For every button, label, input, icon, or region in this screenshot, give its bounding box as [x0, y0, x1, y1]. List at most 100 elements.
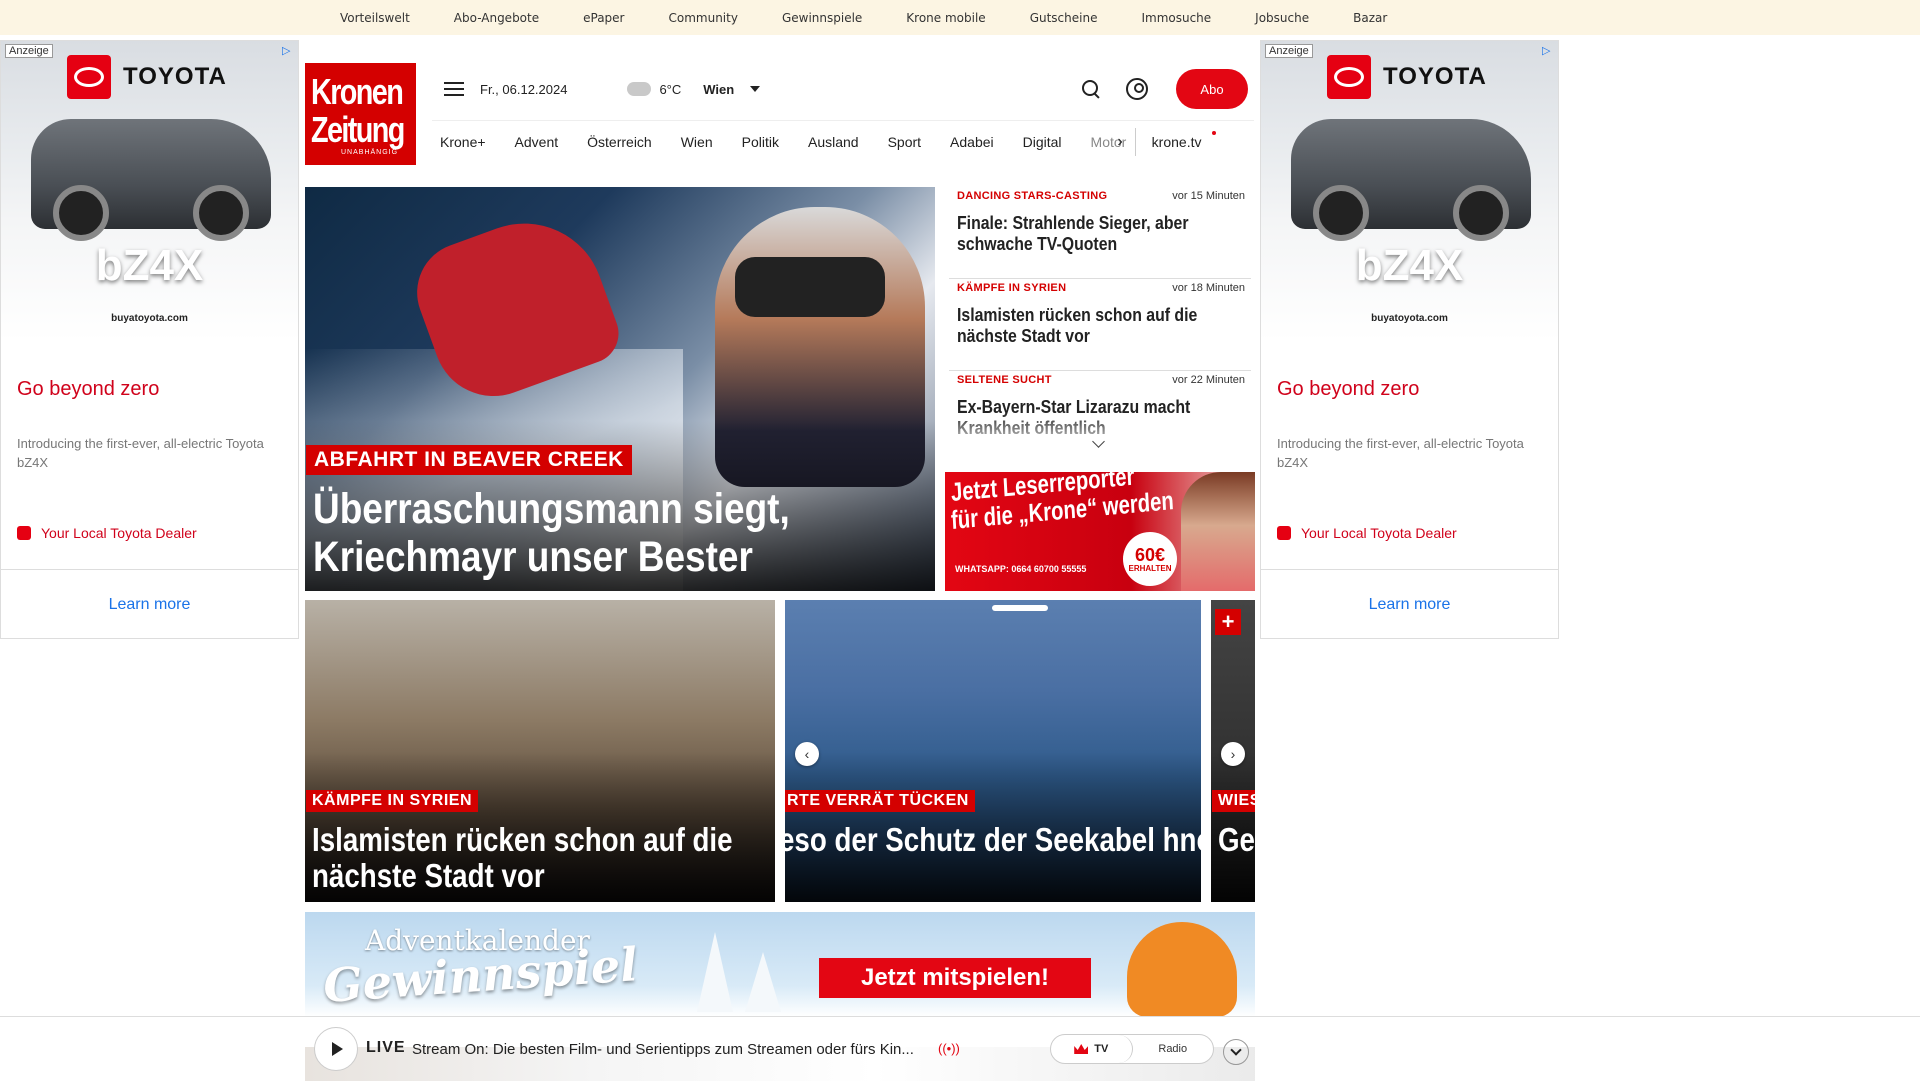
broadcast-icon: ((•)) — [938, 1041, 960, 1056]
ad-left[interactable]: Anzeige ▷ TOYOTA bZ4X buyatoyota.com Go … — [0, 40, 299, 639]
nav-item-digital[interactable]: Digital — [1023, 134, 1062, 150]
topbar-link-gewinnspiele[interactable]: Gewinnspiele — [782, 11, 862, 25]
news-title[interactable]: Islamisten rücken schon auf die nächste … — [957, 305, 1221, 347]
latest-news-list: DANCING STARS-CASTING vor 15 Minuten Fin… — [949, 187, 1251, 452]
topbar-link-vorteilswelt[interactable]: Vorteilswelt — [340, 11, 410, 25]
chevron-down-icon[interactable] — [750, 86, 761, 92]
topbar-link-immosuche[interactable]: Immosuche — [1141, 11, 1211, 25]
topbar-link-abo-angebote[interactable]: Abo-Angebote — [454, 11, 539, 25]
live-player-bar: LIVE Stream On: Die besten Film- und Ser… — [0, 1016, 1920, 1081]
user-icon[interactable] — [1126, 78, 1148, 100]
ad-label: Anzeige — [1265, 44, 1313, 58]
nav-item-krone-plus[interactable]: Krone+ — [440, 134, 486, 150]
nav-item-politik[interactable]: Politik — [742, 134, 779, 150]
ad-image[interactable]: Anzeige ▷ TOYOTA bZ4X buyatoyota.com — [1, 41, 298, 341]
dealer-icon — [17, 526, 31, 540]
kronen-zeitung-logo[interactable]: Kronen Zeitung UNABHÄNGIG — [305, 63, 416, 165]
stream-title[interactable]: Stream On: Die besten Film- und Serienti… — [412, 1041, 914, 1058]
fox-mascot — [1127, 922, 1237, 1017]
topbar-link-epaper[interactable]: ePaper — [583, 11, 624, 25]
news-time: vor 15 Minuten — [1172, 190, 1245, 202]
ad-label: Anzeige — [5, 44, 53, 58]
news-category: DANCING STARS-CASTING — [957, 190, 1108, 202]
car-image — [1291, 119, 1531, 241]
live-label: LIVE — [366, 1039, 406, 1056]
nav-item-advent[interactable]: Advent — [515, 134, 559, 150]
topbar-link-bazar[interactable]: Bazar — [1353, 11, 1387, 25]
logo-tagline: UNABHÄNGIG — [341, 148, 399, 156]
list-item[interactable]: DANCING STARS-CASTING vor 15 Minuten Fin… — [949, 187, 1251, 279]
city-selector[interactable]: Wien — [703, 82, 734, 97]
cloud-icon — [627, 82, 652, 96]
menu-icon[interactable] — [444, 82, 464, 96]
search-icon[interactable] — [1080, 78, 1102, 100]
chevron-right-icon[interactable]: › — [1117, 133, 1122, 151]
nav-item-krone-tv[interactable]: krone.tv — [1152, 134, 1202, 150]
ad-brand: TOYOTA — [123, 63, 227, 90]
card-title[interactable]: eso der Schutz der Seekabel hnologisch e… — [785, 822, 1201, 858]
ad-learn-more-button[interactable]: Learn more — [1261, 569, 1558, 638]
list-item[interactable]: KÄMPFE IN SYRIEN vor 18 Minuten Islamist… — [949, 279, 1251, 371]
abo-button[interactable]: Abo — [1176, 69, 1248, 109]
nav-item-wien[interactable]: Wien — [681, 134, 713, 150]
ad-headline[interactable]: Go beyond zero — [17, 378, 159, 401]
adchoices-icon[interactable]: ▷ — [1542, 44, 1554, 57]
topbar-link-jobsuche[interactable]: Jobsuche — [1255, 11, 1309, 25]
carousel-next-button[interactable]: › — [1221, 742, 1245, 766]
tv-radio-toggle[interactable]: TV Radio — [1050, 1034, 1214, 1064]
promo-badge-text: ERHALTEN — [1128, 563, 1172, 573]
logo-line2: Zeitung — [311, 108, 405, 150]
promo-image — [1181, 472, 1255, 591]
article-card[interactable]: RTE VERRÄT TÜCKEN eso der Schutz der See… — [785, 600, 1201, 902]
nav-item-sport[interactable]: Sport — [888, 134, 921, 150]
ad-dealer-label: Your Local Toyota Dealer — [41, 525, 197, 541]
card-title[interactable]: Ge Wi — [1218, 822, 1255, 858]
hero-article[interactable]: ABFAHRT IN BEAVER CREEK Überraschungsman… — [305, 187, 935, 591]
nav-divider — [1134, 127, 1136, 156]
promo-badge-amount: 60€ — [1134, 544, 1166, 565]
ad-url: buyatoyota.com — [111, 313, 188, 324]
hero-image-goggles — [735, 257, 885, 317]
topbar-link-krone-mobile[interactable]: Krone mobile — [906, 11, 985, 25]
main-nav: Krone+ Advent Österreich Wien Politik Au… — [432, 120, 1254, 162]
ad-right[interactable]: Anzeige ▷ TOYOTA bZ4X buyatoyota.com Go … — [1260, 40, 1559, 639]
nav-item-oesterreich[interactable]: Österreich — [587, 134, 652, 150]
card-title[interactable]: Islamisten rücken schon auf die nächste … — [312, 822, 766, 894]
ad-headline[interactable]: Go beyond zero — [1277, 378, 1419, 401]
tv-label: TV — [1094, 1043, 1109, 1055]
ad-dealer-link[interactable]: Your Local Toyota Dealer — [17, 525, 197, 541]
hero-title[interactable]: Überraschungsmann siegt, Kriechmayr unse… — [313, 485, 838, 581]
play-icon[interactable] — [314, 1027, 358, 1071]
ad-url: buyatoyota.com — [1371, 313, 1448, 324]
header-temperature: 6°C — [659, 81, 682, 97]
news-category: SELTENE SUCHT — [957, 374, 1052, 386]
topbar-link-gutscheine[interactable]: Gutscheine — [1030, 11, 1098, 25]
header-date: Fr., 06.12.2024 — [480, 81, 568, 97]
car-image — [31, 119, 271, 241]
nav-item-adabei[interactable]: Adabei — [950, 134, 994, 150]
leserreporter-banner[interactable]: Jetzt Leserreporter für die „Krone“ werd… — [945, 472, 1255, 591]
live-dot-icon — [1212, 131, 1217, 135]
nav-item-ausland[interactable]: Ausland — [808, 134, 859, 150]
carousel-prev-button[interactable]: ‹ — [795, 742, 819, 766]
tv-toggle-option[interactable]: TV — [1051, 1035, 1133, 1063]
advent-cta-button[interactable]: Jetzt mitspielen! — [819, 958, 1091, 998]
carousel-indicator — [992, 605, 1048, 611]
news-title[interactable]: Finale: Strahlende Sieger, aber schwache… — [957, 213, 1221, 255]
ad-learn-more-button[interactable]: Learn more — [1, 569, 298, 638]
article-card[interactable]: KÄMPFE IN SYRIEN Islamisten rücken schon… — [305, 600, 775, 902]
radio-toggle-option[interactable]: Radio — [1133, 1035, 1214, 1063]
adchoices-icon[interactable]: ▷ — [282, 44, 294, 57]
ad-model: bZ4X — [95, 241, 204, 290]
advent-banner[interactable]: Adventkalender Gewinnspiel Jetzt mitspie… — [305, 912, 1255, 1017]
hero-kicker: ABFAHRT IN BEAVER CREEK — [306, 445, 632, 475]
ad-dealer-label: Your Local Toyota Dealer — [1301, 525, 1457, 541]
ad-dealer-link[interactable]: Your Local Toyota Dealer — [1277, 525, 1457, 541]
chevron-down-icon[interactable] — [1092, 436, 1106, 450]
ad-image[interactable]: Anzeige ▷ TOYOTA bZ4X buyatoyota.com — [1261, 41, 1558, 341]
ad-description: Introducing the first-ever, all-electric… — [17, 436, 264, 470]
topbar-link-community[interactable]: Community — [669, 11, 738, 25]
promo-badge: 60€ ERHALTEN — [1123, 532, 1177, 586]
ad-description: Introducing the first-ever, all-electric… — [1277, 436, 1524, 470]
expand-player-button[interactable] — [1223, 1039, 1249, 1065]
